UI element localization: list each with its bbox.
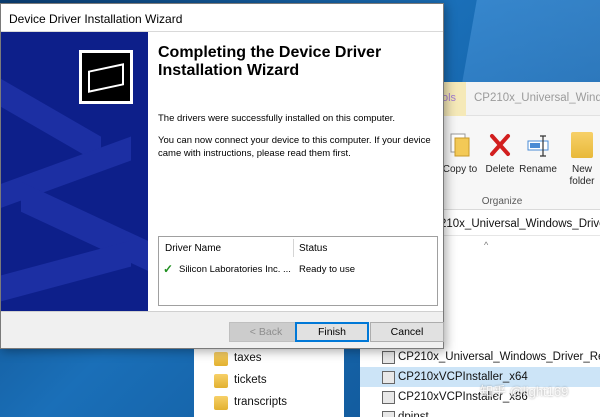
checkmark-icon: ✓ <box>163 262 174 276</box>
tab-tools-label: ols <box>442 92 457 104</box>
copy-to-label: Copy to <box>442 164 478 175</box>
file-row[interactable]: CP210x_Universal_Windows_Driver_Relea <box>360 347 600 367</box>
nav-item-tickets[interactable]: tickets <box>214 371 344 391</box>
explorer-tab-strip: ols CP210x_Universal_Window <box>440 82 600 116</box>
new-folder-icon <box>571 132 593 158</box>
success-message: The drivers were successfully installed … <box>158 113 396 124</box>
wizard-title-bar[interactable]: Device Driver Installation Wizard <box>1 4 443 32</box>
wizard-banner <box>1 32 148 311</box>
wizard-body: Completing the Device Driver Installatio… <box>1 32 443 311</box>
cancel-button[interactable]: Cancel <box>370 322 444 342</box>
back-button[interactable]: < Back <box>229 322 303 342</box>
nav-item-transcripts[interactable]: transcripts <box>214 393 344 413</box>
document-icon <box>382 351 395 364</box>
wizard-heading: Completing the Device Driver Installatio… <box>158 44 382 79</box>
rename-icon <box>527 132 549 158</box>
new-folder-label: New folder <box>569 164 595 187</box>
device-driver-icon <box>79 50 133 104</box>
installer-icon <box>382 371 395 384</box>
watermark-text: 知乎 @light169 <box>480 384 569 399</box>
driver-name-cell: Silicon Laboratories Inc. ... <box>179 264 291 275</box>
installer-icon <box>382 411 395 417</box>
driver-install-wizard: Device Driver Installation Wizard Comple… <box>0 3 444 349</box>
copy-to-button[interactable]: Copy to <box>440 132 480 176</box>
nav-item-taxes[interactable]: taxes <box>214 349 344 369</box>
ribbon-group-organize: Organize <box>481 196 523 207</box>
driver-table: Driver Name Status ✓ Silicon Laboratorie… <box>158 236 438 306</box>
instructions-message: You can now connect your device to this … <box>158 135 431 159</box>
explorer-title: CP210x_Universal_Window <box>474 92 600 104</box>
driver-status-cell: Ready to use <box>299 264 355 275</box>
delete-button[interactable]: Delete <box>480 132 520 176</box>
address-path: 210x_Universal_Windows_Driver <box>440 218 600 230</box>
banner-stripe <box>1 240 131 310</box>
new-folder-button[interactable]: New folder <box>562 132 600 188</box>
nav-item-label: transcripts <box>234 396 288 408</box>
delete-label: Delete <box>485 164 515 175</box>
device-card-shape <box>88 63 124 93</box>
column-header-driver-name[interactable]: Driver Name <box>165 243 221 254</box>
folder-icon <box>214 352 228 366</box>
column-header-status[interactable]: Status <box>299 243 327 254</box>
delete-icon <box>489 132 511 158</box>
wizard-title: Device Driver Installation Wizard <box>9 12 183 26</box>
footer-divider <box>1 311 443 312</box>
copy-to-icon <box>449 132 471 158</box>
navigation-pane: taxes tickets transcripts <box>194 345 344 417</box>
nav-item-label: taxes <box>234 352 262 364</box>
nav-item-label: tickets <box>234 374 267 386</box>
address-bar[interactable]: 210x_Universal_Windows_Driver <box>440 212 600 236</box>
file-name: dpinst <box>398 411 429 417</box>
column-divider[interactable] <box>293 239 294 257</box>
folder-icon <box>214 374 228 388</box>
explorer-ribbon: Copy to Delete Rename New folder Organiz… <box>440 116 600 210</box>
rename-label: Rename <box>519 164 557 175</box>
finish-button[interactable]: Finish <box>295 322 369 342</box>
rename-button[interactable]: Rename <box>518 132 558 176</box>
file-name: CP210x_Universal_Windows_Driver_Relea <box>398 351 600 363</box>
installer-icon <box>382 391 395 404</box>
folder-icon <box>214 396 228 410</box>
file-row[interactable]: dpinst <box>360 407 600 417</box>
sort-chevron-icon[interactable]: ^ <box>484 240 488 250</box>
